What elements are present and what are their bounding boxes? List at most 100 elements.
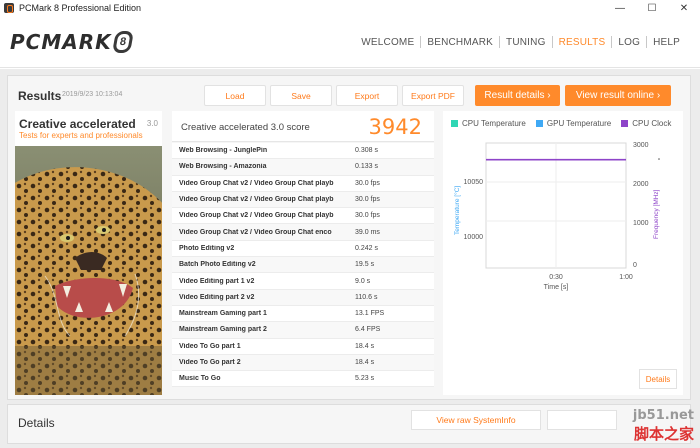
details-heading: Details bbox=[18, 416, 55, 430]
logo-text: PCMARK bbox=[10, 30, 112, 54]
export-pdf-button[interactable]: Export PDF bbox=[402, 85, 464, 106]
row-value: 6.4 FPS bbox=[355, 326, 381, 334]
test-subtitle: Tests for experts and professionals bbox=[19, 131, 143, 140]
minimize-button[interactable]: — bbox=[604, 0, 636, 16]
row-name: Photo Editing v2 bbox=[179, 244, 235, 252]
row-value: 0.242 s bbox=[355, 244, 378, 252]
legend-item[interactable]: GPU Temperature bbox=[535, 119, 611, 128]
nav-help[interactable]: HELP bbox=[647, 37, 686, 48]
table-row: Mainstream Gaming part 1 13.1 FPS bbox=[172, 305, 434, 323]
left-axis-label: Temperature [°C] bbox=[453, 186, 461, 235]
row-value: 110.6 s bbox=[355, 293, 378, 301]
legend-item[interactable]: CPU Clock bbox=[621, 119, 671, 128]
nav-log[interactable]: LOG bbox=[612, 37, 646, 48]
nav-welcome[interactable]: WELCOME bbox=[355, 37, 420, 48]
nav-tuning[interactable]: TUNING bbox=[500, 37, 552, 48]
x-axis-label: Time [s] bbox=[544, 284, 569, 291]
watermark-url: jb51.net bbox=[632, 408, 694, 423]
table-row: Video Editing part 2 v2 110.6 s bbox=[172, 289, 434, 306]
row-value: 18.4 s bbox=[355, 359, 375, 366]
window-titlebar: PCMark 8 Professional Edition — ☐ ✕ bbox=[0, 0, 700, 16]
view-result-online-button[interactable]: View result online › bbox=[565, 85, 671, 106]
row-name: Video To Go part 1 bbox=[179, 342, 241, 350]
row-name: Mainstream Gaming part 2 bbox=[179, 326, 267, 334]
legend-swatch-cpu-temp bbox=[451, 120, 458, 127]
row-name: Video Group Chat v2 / Video Group Chat e… bbox=[179, 228, 332, 236]
table-row: Web Browsing - JunglePin 0.308 s bbox=[172, 143, 434, 160]
row-value: 18.4 s bbox=[355, 342, 375, 350]
x-tick-label: 0:30 bbox=[549, 274, 563, 281]
row-value: 39.0 ms bbox=[355, 228, 380, 236]
monitoring-chart: 10050 10000 3000 2000 1000 0 0:30 1:00 T… bbox=[453, 142, 660, 291]
table-row: Photo Editing v2 0.242 s bbox=[172, 240, 434, 258]
pcmark-app-icon bbox=[4, 3, 14, 13]
view-raw-systeminfo-button[interactable]: View raw SystemInfo bbox=[411, 410, 541, 430]
legend-label: CPU Temperature bbox=[462, 119, 526, 128]
row-name: Video Group Chat v2 / Video Group Chat p… bbox=[179, 212, 334, 220]
legend-item[interactable]: CPU Temperature bbox=[451, 119, 526, 128]
secondary-details-button[interactable] bbox=[547, 410, 617, 430]
table-row: Video Group Chat v2 / Video Group Chat p… bbox=[172, 175, 434, 192]
score-value: 3942 bbox=[368, 115, 422, 139]
legend-swatch-cpu-clock bbox=[621, 120, 629, 127]
row-value: 9.0 s bbox=[355, 277, 371, 285]
app-header: PCMARK 8 WELCOME BENCHMARK TUNING RESULT… bbox=[0, 16, 700, 68]
row-name: Video Editing part 2 v2 bbox=[179, 293, 255, 301]
monitoring-chart-panel: CPU Temperature GPU Temperature CPU Cloc… bbox=[443, 111, 683, 395]
table-row: Batch Photo Editing v2 19.5 s bbox=[172, 257, 434, 274]
watermark-text: 脚本之家 bbox=[633, 426, 694, 443]
chart-legend: CPU Temperature GPU Temperature CPU Cloc… bbox=[451, 119, 681, 128]
left-tick-label: 10000 bbox=[464, 234, 484, 241]
row-name: Batch Photo Editing v2 bbox=[179, 261, 256, 269]
row-value: 30.0 fps bbox=[355, 179, 380, 187]
test-name: Creative accelerated bbox=[19, 117, 136, 131]
close-button[interactable]: ✕ bbox=[668, 0, 700, 16]
table-row: Video To Go part 2 18.4 s bbox=[172, 354, 434, 372]
row-name: Video Group Chat v2 / Video Group Chat p… bbox=[179, 196, 334, 204]
leopard-image bbox=[15, 146, 162, 395]
export-button[interactable]: Export bbox=[336, 85, 398, 106]
x-tick-label: 1:00 bbox=[619, 274, 633, 281]
test-card: Creative accelerated 3.0 Tests for exper… bbox=[15, 111, 162, 395]
window-controls: — ☐ ✕ bbox=[604, 0, 700, 16]
row-name: Web Browsing - JunglePin bbox=[179, 147, 268, 155]
row-value: 0.133 s bbox=[355, 163, 378, 171]
right-tick-label: 1000 bbox=[633, 220, 649, 227]
load-button[interactable]: Load bbox=[204, 85, 266, 106]
row-name: Video Editing part 1 v2 bbox=[179, 277, 255, 285]
row-name: Video Group Chat v2 / Video Group Chat p… bbox=[179, 179, 334, 187]
content-area: Results 2019/9/23 10:13:04 Load Save Exp… bbox=[0, 69, 700, 448]
save-button[interactable]: Save bbox=[270, 85, 332, 106]
row-name: Video To Go part 2 bbox=[179, 359, 241, 366]
row-value: 5.23 s bbox=[355, 375, 375, 383]
row-value: 30.0 fps bbox=[355, 212, 380, 220]
right-tick-label: 3000 bbox=[633, 142, 649, 149]
test-version: 3.0 bbox=[146, 119, 158, 128]
row-name: Music To Go bbox=[179, 375, 221, 383]
logo-badge: 8 bbox=[111, 31, 134, 53]
nav-results[interactable]: RESULTS bbox=[553, 37, 612, 48]
table-row: Music To Go 5.23 s bbox=[172, 371, 434, 388]
table-row: Video Group Chat v2 / Video Group Chat p… bbox=[172, 208, 434, 225]
table-row: Mainstream Gaming part 2 6.4 FPS bbox=[172, 322, 434, 339]
results-heading: Results bbox=[18, 89, 62, 103]
chart-dot bbox=[658, 158, 660, 160]
row-value: 0.308 s bbox=[355, 147, 378, 155]
score-label: Creative accelerated 3.0 score bbox=[181, 122, 310, 133]
result-details-button[interactable]: Result details › bbox=[475, 85, 560, 106]
right-tick-label: 0 bbox=[633, 262, 637, 269]
table-row: Web Browsing - Amazonia 0.133 s bbox=[172, 159, 434, 176]
site-watermark: jb51.net 脚本之家 bbox=[633, 408, 694, 444]
details-panel: Details View raw SystemInfo bbox=[7, 404, 691, 444]
maximize-button[interactable]: ☐ bbox=[636, 0, 668, 16]
left-tick-label: 10050 bbox=[464, 179, 484, 186]
chart-details-button[interactable]: Details bbox=[639, 369, 677, 389]
table-row: Video Group Chat v2 / Video Group Chat e… bbox=[172, 224, 434, 241]
pcmark-logo: PCMARK 8 bbox=[10, 30, 134, 54]
results-panel: Results 2019/9/23 10:13:04 Load Save Exp… bbox=[7, 75, 691, 400]
window-title: PCMark 8 Professional Edition bbox=[19, 3, 142, 13]
leopard-illustration bbox=[15, 146, 162, 395]
nav-benchmark[interactable]: BENCHMARK bbox=[421, 37, 499, 48]
row-name: Web Browsing - Amazonia bbox=[179, 163, 267, 171]
row-value: 13.1 FPS bbox=[355, 310, 385, 318]
